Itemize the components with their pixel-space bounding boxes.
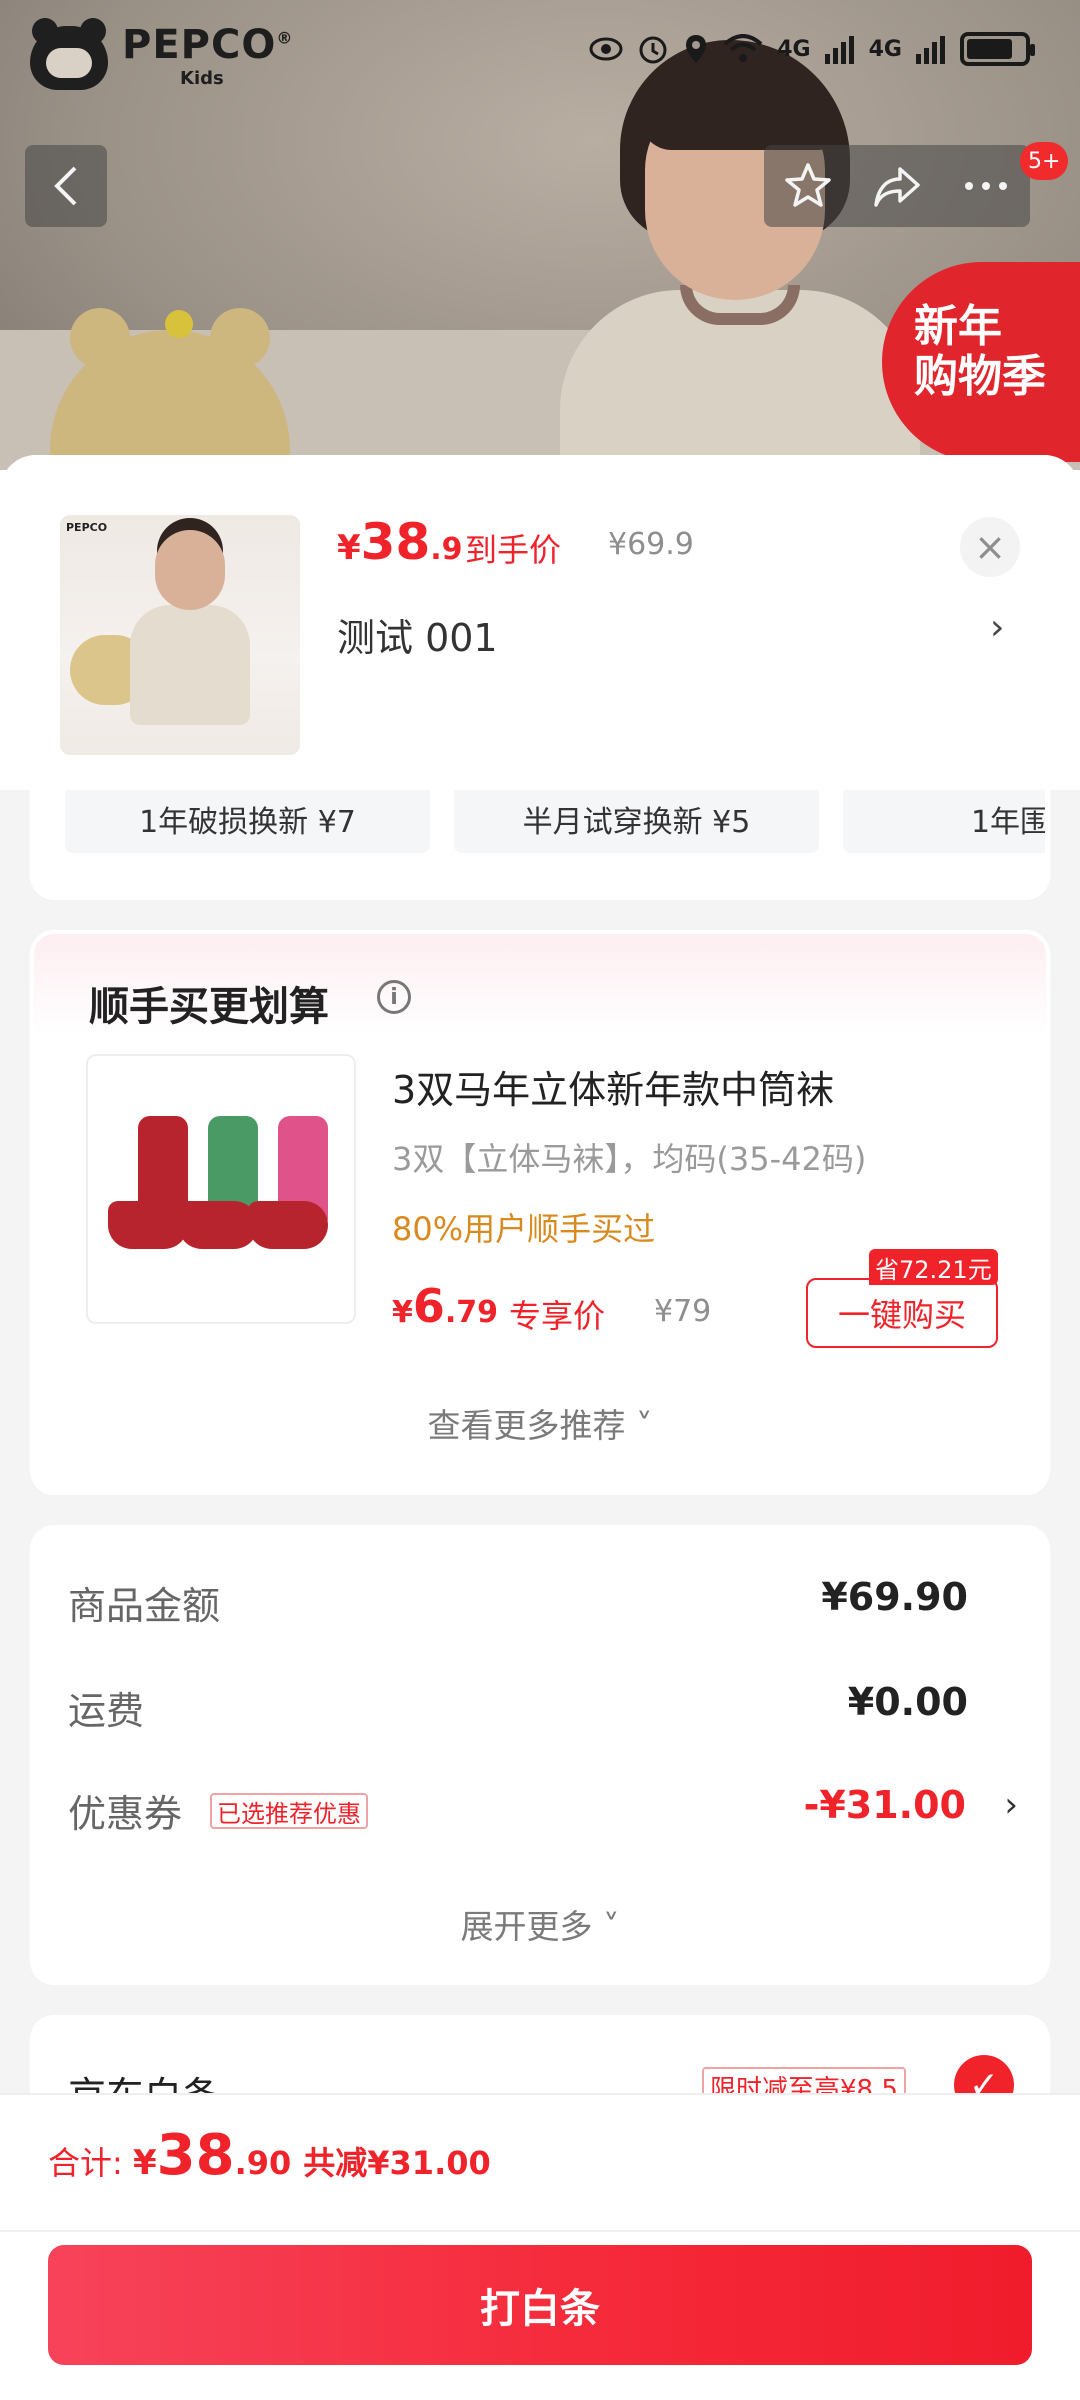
order-total: 合计: ¥38.90 共减¥31.00 (48, 2123, 491, 2188)
wifi-icon (723, 34, 763, 62)
service-chip-trial-replace[interactable]: 半月试穿换新 ¥5 (454, 785, 819, 853)
brand-logo: PEPCO® Kids (30, 18, 310, 92)
order-amount-card: 商品金额 ¥69.90 运费 ¥0.00 优惠券 已选推荐优惠 -¥31.00 … (30, 1525, 1050, 1985)
selected-spec[interactable]: 测试 001 (337, 607, 498, 662)
coupon-selected-tag: 已选推荐优惠 (210, 1793, 368, 1829)
chevron-left-icon (54, 166, 77, 206)
total-currency: ¥ (132, 2143, 157, 2183)
top-action-group (764, 145, 1030, 227)
battery-icon (960, 32, 1035, 66)
recommend-original-price: ¥79 (654, 1294, 712, 1329)
recommend-price-currency: ¥ (392, 1295, 413, 1330)
shipping-value: ¥0.00 (847, 1680, 968, 1724)
product-thumbnail: PEPCO (60, 515, 300, 755)
back-button[interactable] (25, 145, 107, 227)
promo-line-2: 购物季 (914, 351, 1046, 402)
selected-product-header: PEPCO ¥38.9 到手价 ¥69.9 × 测试 001 › (0, 455, 1080, 790)
service-chip-damage-replace[interactable]: 1年破损换新 ¥7 (65, 785, 430, 853)
recommend-product-name[interactable]: 3双马年立体新年款中筒袜 (392, 1059, 834, 1114)
teddy-bear (50, 308, 290, 470)
sock-product-image[interactable] (86, 1054, 356, 1324)
coupon-chevron-right-icon[interactable]: › (1004, 1785, 1018, 1825)
total-label: 合计: (48, 2144, 133, 2182)
goods-amount-value: ¥69.90 (821, 1575, 968, 1619)
coupon-label: 优惠券 (68, 1792, 183, 1836)
final-price-int: 38 (360, 513, 431, 571)
flower (165, 310, 193, 338)
one-click-buy-button[interactable]: 一键购买 (806, 1278, 998, 1348)
recommend-price-int: 6 (412, 1279, 445, 1333)
new-year-promo-sticker: 新年 购物季 (882, 262, 1080, 462)
add-on-recommend-card: 顺手买更划算 i 3双马年立体新年款中筒袜 3双【立体马袜】，均码(35-42码… (30, 930, 1050, 1495)
recommend-social-proof: 80%用户顺手买过 (392, 1210, 656, 1248)
original-price: ¥69.9 (608, 527, 694, 562)
share-icon[interactable] (872, 163, 922, 209)
expand-more-link[interactable]: 展开更多 ˅ (30, 1900, 1050, 1948)
goods-amount-label: 商品金额 (68, 1584, 221, 1628)
total-reduction: 共减¥31.00 (303, 2144, 491, 2182)
promo-line-1: 新年 (914, 301, 1002, 352)
checkout-bottom-bar: 合计: ¥38.90 共减¥31.00 打白条 (0, 2093, 1080, 2400)
spec-chevron-right-icon[interactable]: › (990, 607, 1004, 648)
brand-name: PEPCO (122, 22, 277, 68)
final-price: ¥38.9 (337, 513, 463, 571)
star-icon[interactable] (783, 161, 833, 211)
service-chip-extra[interactable]: 1年围货 (843, 785, 1045, 853)
recommend-price-label: 专享价 (509, 1297, 606, 1335)
service-options-row: 1年破损换新 ¥7 半月试穿换新 ¥5 1年围货 (65, 785, 1045, 853)
brand-registered-mark: ® (276, 28, 294, 48)
eye-icon (589, 37, 623, 61)
network-4g-2: 4G (868, 36, 902, 62)
location-icon (686, 35, 707, 63)
recommend-price-dec: .79 (444, 1295, 499, 1330)
shipping-label: 运费 (68, 1689, 145, 1733)
final-price-currency: ¥ (337, 528, 361, 568)
total-dec: .90 (234, 2144, 292, 2182)
pay-with-baitiao-button[interactable]: 打白条 (48, 2245, 1032, 2365)
total-int: 38 (156, 2123, 235, 2188)
network-4g-1: 4G (777, 36, 811, 62)
more-dots-icon[interactable] (961, 179, 1011, 193)
recommend-title: 顺手买更划算 (89, 984, 329, 1030)
shipping-row: 运费 ¥0.00 (68, 1680, 1018, 1740)
status-bar: 4G 4G (589, 32, 1035, 66)
final-price-dec: .9 (430, 532, 463, 567)
coupon-value: -¥31.00 (803, 1783, 966, 1827)
more-recommendations-link[interactable]: 查看更多推荐 ˅ (34, 1399, 1046, 1447)
close-button[interactable]: × (960, 517, 1020, 577)
message-count-badge: 5+ (1020, 142, 1069, 180)
signal-icon (824, 36, 854, 64)
info-icon[interactable]: i (377, 980, 411, 1014)
panda-logo-icon (30, 18, 108, 90)
goods-amount-row: 商品金额 ¥69.90 (68, 1575, 1018, 1635)
divider (0, 2230, 1080, 2232)
final-price-label: 到手价 (465, 531, 562, 569)
brand-sub: Kids (180, 68, 224, 89)
savings-badge: 省72.21元 (869, 1249, 998, 1285)
recommend-price: ¥6.79 (392, 1279, 498, 1333)
thumb-brand-logo: PEPCO (66, 521, 108, 534)
product-hero-image: PEPCO® Kids 4G 4G 5+ 新年 购物季 (0, 0, 1080, 470)
signal-icon-2 (916, 36, 945, 64)
child-model (560, 40, 920, 470)
coupon-row[interactable]: 优惠券 已选推荐优惠 -¥31.00 › (68, 1783, 1018, 1843)
alarm-icon (639, 36, 667, 64)
recommend-product-spec: 3双【立体马袜】，均码(35-42码) (392, 1140, 867, 1178)
